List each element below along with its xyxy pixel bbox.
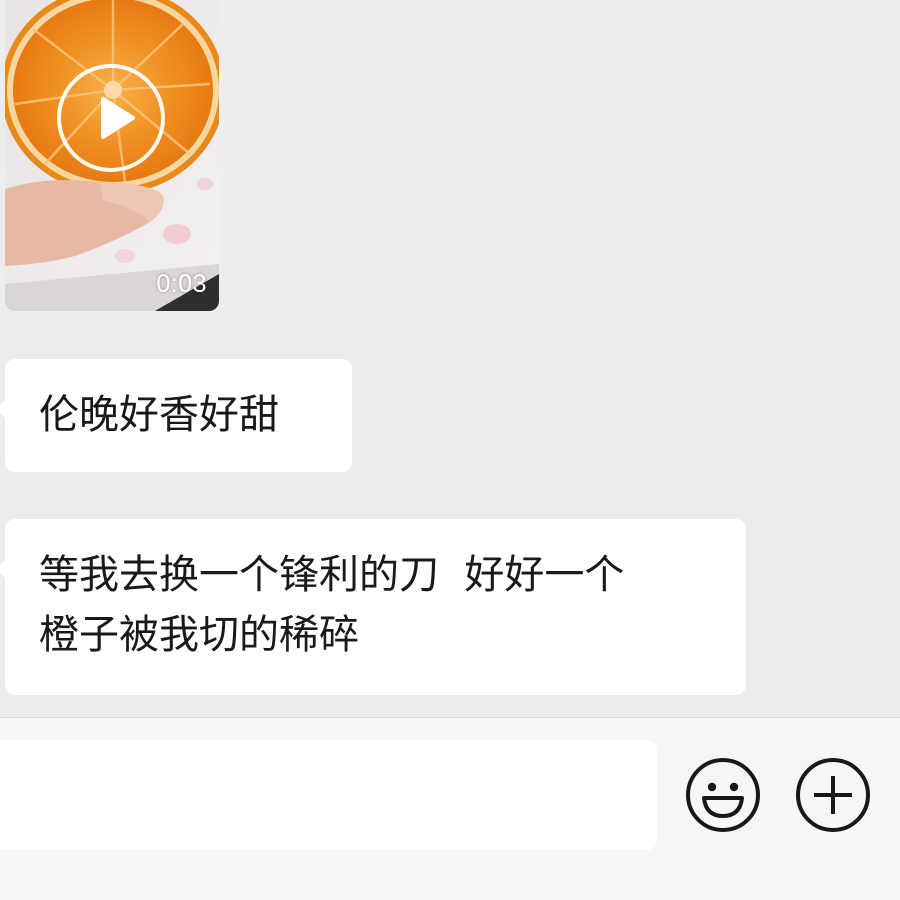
message-text-line: 等我去换一个锋利的刀 好好一个: [39, 552, 625, 598]
message-bubble[interactable]: 等我去换一个锋利的刀 好好一个 橙子被我切的稀碎: [0, 519, 746, 695]
smiley-face-icon: [686, 758, 760, 832]
play-button[interactable]: [57, 64, 165, 172]
emoji-button[interactable]: [684, 756, 762, 834]
plus-circle-icon: [796, 758, 870, 832]
more-options-button[interactable]: [794, 756, 872, 834]
message-input[interactable]: [0, 740, 657, 850]
play-icon: [101, 97, 135, 139]
message-text: 伦晚好香好甜: [39, 392, 279, 438]
input-bar: [0, 717, 900, 900]
chat-message-list[interactable]: 0:03 伦晚好香好甜 等我去换一个锋利的刀 好好一个 橙子被我切的稀碎: [0, 0, 900, 717]
message-bubble[interactable]: 伦晚好香好甜: [0, 359, 352, 472]
message-text-line: 橙子被我切的稀碎: [39, 612, 359, 658]
video-message[interactable]: 0:03: [5, 0, 219, 311]
video-duration: 0:03: [156, 270, 207, 298]
